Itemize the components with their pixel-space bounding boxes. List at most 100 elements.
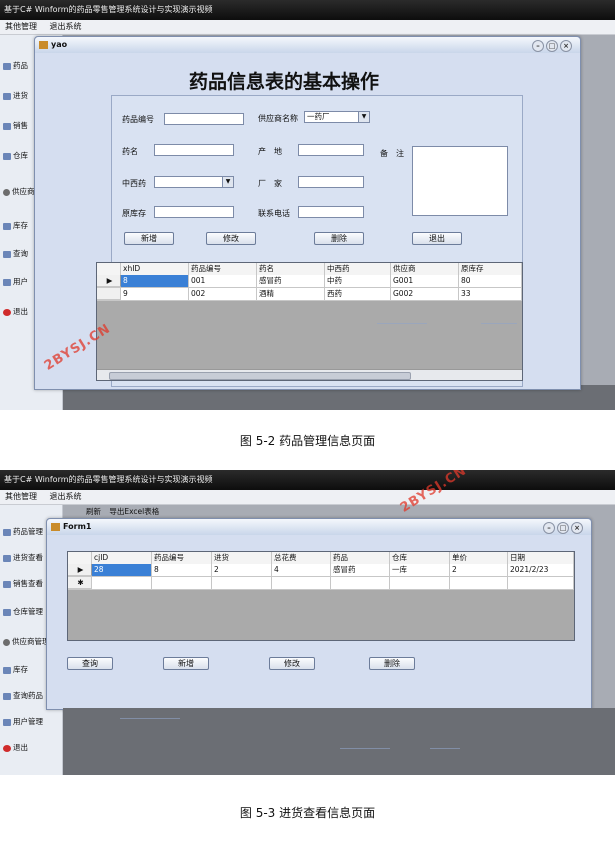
row-pointer-icon[interactable]: ▶ xyxy=(97,275,121,287)
menu-exit-system[interactable]: 退出系统 xyxy=(45,490,87,504)
grid-cell[interactable]: 中药 xyxy=(325,275,391,287)
grid-cell[interactable]: 感冒药 xyxy=(257,275,325,287)
grid-cell[interactable]: 001 xyxy=(189,275,257,287)
grid-cell[interactable]: 80 xyxy=(459,275,522,287)
delete-button[interactable]: 删除 xyxy=(314,232,364,245)
grid-cell[interactable] xyxy=(212,577,272,589)
menu-other-management[interactable]: 其他管理 xyxy=(0,20,42,34)
grid-cell[interactable]: 9 xyxy=(121,288,189,300)
app-icon xyxy=(3,122,11,130)
column-header[interactable]: 进货 xyxy=(212,552,272,564)
grid-cell[interactable] xyxy=(152,577,212,589)
export-excel-button[interactable]: 导出Excel表格 xyxy=(109,507,159,516)
drug-id-input[interactable] xyxy=(164,113,244,125)
maximize-button[interactable]: □ xyxy=(546,40,558,52)
column-header[interactable]: 药品编号 xyxy=(152,552,212,564)
exit-button[interactable]: 退出 xyxy=(412,232,462,245)
table-row[interactable]: ▶ 8 001 感冒药 中药 G001 80 xyxy=(97,275,522,288)
origin-input[interactable] xyxy=(298,144,364,156)
chevron-down-icon[interactable]: ▼ xyxy=(358,112,369,122)
supplier-select-value: 一药厂 xyxy=(307,112,330,121)
delete-button[interactable]: 删除 xyxy=(369,657,415,670)
type-select[interactable]: ▼ xyxy=(154,176,234,188)
grid-cell[interactable] xyxy=(508,577,574,589)
grid-cell[interactable]: 西药 xyxy=(325,288,391,300)
column-header[interactable]: 原库存 xyxy=(459,263,522,275)
column-header[interactable]: 日期 xyxy=(508,552,574,564)
query-button[interactable]: 查询 xyxy=(67,657,113,670)
app-icon xyxy=(3,554,11,562)
grid-cell[interactable]: 4 xyxy=(272,564,331,576)
sidebar-item-label: 仓库 xyxy=(13,151,28,160)
grid-cell[interactable]: G002 xyxy=(391,288,459,300)
grid-cell[interactable]: 28 xyxy=(92,564,152,576)
column-header[interactable]: 药名 xyxy=(257,263,325,275)
maximize-button[interactable]: □ xyxy=(557,522,569,534)
column-header[interactable]: 单价 xyxy=(450,552,508,564)
menu-exit-system[interactable]: 退出系统 xyxy=(45,20,87,34)
name-input[interactable] xyxy=(154,144,234,156)
column-header[interactable]: 供应商 xyxy=(391,263,459,275)
scrollbar-thumb[interactable] xyxy=(109,372,411,380)
phone-input[interactable] xyxy=(298,206,364,218)
stock-input[interactable] xyxy=(154,206,234,218)
grid-cell[interactable]: 8 xyxy=(121,275,189,287)
table-row[interactable]: 9 002 酒精 西药 G002 33 xyxy=(97,288,522,301)
close-button[interactable]: × xyxy=(560,40,572,52)
grid-cell[interactable]: 2021/2/23 xyxy=(508,564,574,576)
row-header[interactable] xyxy=(97,288,121,300)
grid-cell[interactable] xyxy=(450,577,508,589)
maker-input[interactable] xyxy=(298,176,364,188)
grid-cell[interactable]: G001 xyxy=(391,275,459,287)
chevron-down-icon[interactable]: ▼ xyxy=(222,177,233,187)
sidebar-item-label: 进货查看 xyxy=(13,553,43,562)
sidebar-item-label: 供应商 xyxy=(12,187,35,196)
divider xyxy=(340,748,390,749)
grid-cell[interactable]: 002 xyxy=(189,288,257,300)
sidebar-item-label: 退出 xyxy=(13,307,28,316)
grid-cell[interactable]: 8 xyxy=(152,564,212,576)
grid-cell[interactable]: 一库 xyxy=(390,564,450,576)
exit-icon xyxy=(3,744,11,752)
horizontal-scrollbar[interactable] xyxy=(97,369,522,380)
edit-button[interactable]: 修改 xyxy=(269,657,315,670)
remark-textarea[interactable] xyxy=(412,146,508,216)
grid-cell[interactable]: 2 xyxy=(212,564,272,576)
app-icon xyxy=(3,580,11,588)
menu-other-management[interactable]: 其他管理 xyxy=(0,490,42,504)
grid-cell[interactable] xyxy=(92,577,152,589)
grid-cell[interactable]: 2 xyxy=(450,564,508,576)
close-button[interactable]: × xyxy=(571,522,583,534)
row-pointer-icon[interactable]: ▶ xyxy=(68,564,92,576)
column-header[interactable]: 总花费 xyxy=(272,552,331,564)
column-header[interactable]: cjID xyxy=(92,552,152,564)
new-row-icon[interactable]: ✱ xyxy=(68,577,92,589)
minimize-button[interactable]: – xyxy=(543,522,555,534)
grid-cell[interactable] xyxy=(390,577,450,589)
add-button[interactable]: 新增 xyxy=(163,657,209,670)
column-header[interactable]: 仓库 xyxy=(390,552,450,564)
sidebar-item-label: 仓库管理 xyxy=(13,607,43,616)
column-header[interactable]: 药品 xyxy=(331,552,390,564)
column-header[interactable]: 药品编号 xyxy=(189,263,257,275)
refresh-button[interactable]: 刷新 xyxy=(86,507,101,516)
edit-button[interactable]: 修改 xyxy=(206,232,256,245)
grid-cell[interactable]: 酒精 xyxy=(257,288,325,300)
grid-cell[interactable]: 感冒药 xyxy=(331,564,390,576)
table-row[interactable]: ▶ 28 8 2 4 感冒药 一库 2 2021/2/23 xyxy=(68,564,574,577)
grid-cell[interactable] xyxy=(272,577,331,589)
drug-grid[interactable]: xhID 药品编号 药名 中西药 供应商 原库存 ▶ 8 001 感冒药 中药 … xyxy=(96,262,523,381)
column-header[interactable]: xhID xyxy=(121,263,189,275)
form1-window: Form1 – □ × cjID 药品编号 进货 总花费 药品 仓库 单价 日期… xyxy=(46,518,592,710)
supplier-select[interactable]: 一药厂 ▼ xyxy=(304,111,370,123)
add-button[interactable]: 新增 xyxy=(124,232,174,245)
grid-cell[interactable] xyxy=(331,577,390,589)
table-new-row[interactable]: ✱ xyxy=(68,577,574,590)
grid-cell[interactable]: 33 xyxy=(459,288,522,300)
sidebar-item-exit[interactable]: 退出 xyxy=(0,739,62,757)
maker-label: 厂 家 xyxy=(258,179,282,188)
sidebar-item-user[interactable]: 用户管理 xyxy=(0,713,62,731)
minimize-button[interactable]: – xyxy=(532,40,544,52)
column-header[interactable]: 中西药 xyxy=(325,263,391,275)
purchase-grid[interactable]: cjID 药品编号 进货 总花费 药品 仓库 单价 日期 ▶ 28 8 2 4 … xyxy=(67,551,575,641)
